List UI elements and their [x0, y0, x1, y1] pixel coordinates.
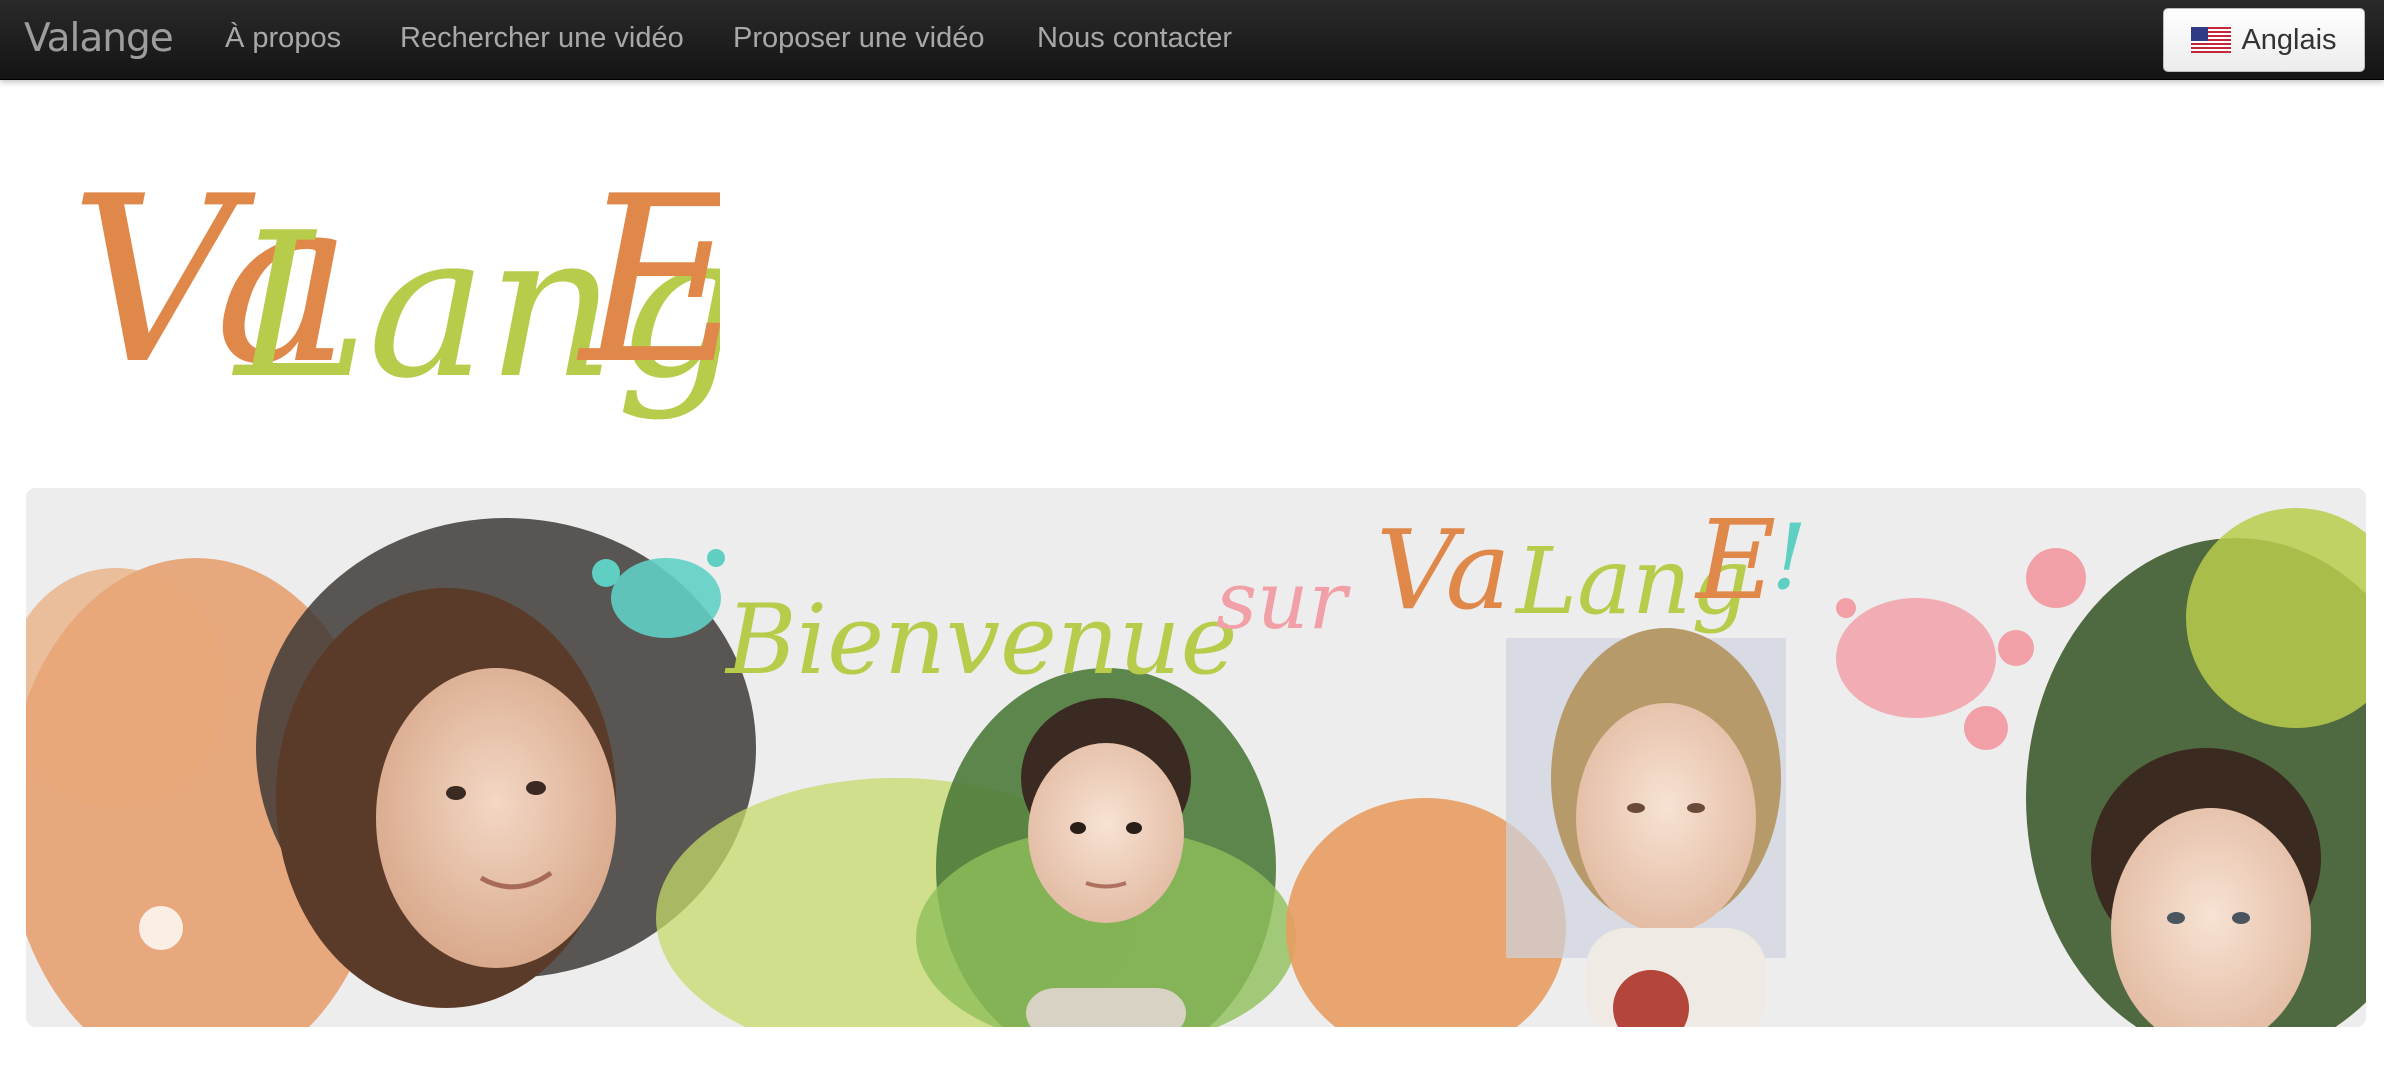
nav-link-about[interactable]: À propos — [225, 0, 341, 79]
welcome-banner-image: Bienvenue sur Va Lang E ! — [26, 488, 2366, 1027]
banner-heading-bienvenue: Bienvenue — [724, 584, 1237, 696]
welcome-banner: Bienvenue sur Va Lang E ! — [26, 488, 2366, 1027]
language-button[interactable]: Anglais — [2163, 8, 2365, 72]
banner-heading-exclamation: ! — [1771, 505, 1807, 610]
banner-heading-e: E — [1694, 496, 1776, 624]
nav-link-propose-video[interactable]: Proposer une vidéo — [733, 0, 985, 79]
banner-heading-sur: sur — [1216, 554, 1352, 647]
valange-logo: Va Lang E — [60, 135, 748, 435]
child-photo-left — [276, 588, 616, 1008]
us-flag-icon — [2191, 27, 2232, 53]
nav-link-search-video[interactable]: Rechercher une vidéo — [400, 0, 684, 79]
brand-link[interactable]: Valange — [24, 0, 174, 79]
language-button-label: Anglais — [2241, 23, 2337, 56]
logo-part-e: E — [576, 148, 720, 415]
nav-link-contact[interactable]: Nous contacter — [1037, 0, 1232, 79]
valange-logo-graphic: Va Lang E — [70, 148, 748, 423]
top-navbar: Valange À propos Rechercher une vidéo Pr… — [0, 0, 2384, 80]
banner-heading-va: Va — [1376, 506, 1511, 634]
